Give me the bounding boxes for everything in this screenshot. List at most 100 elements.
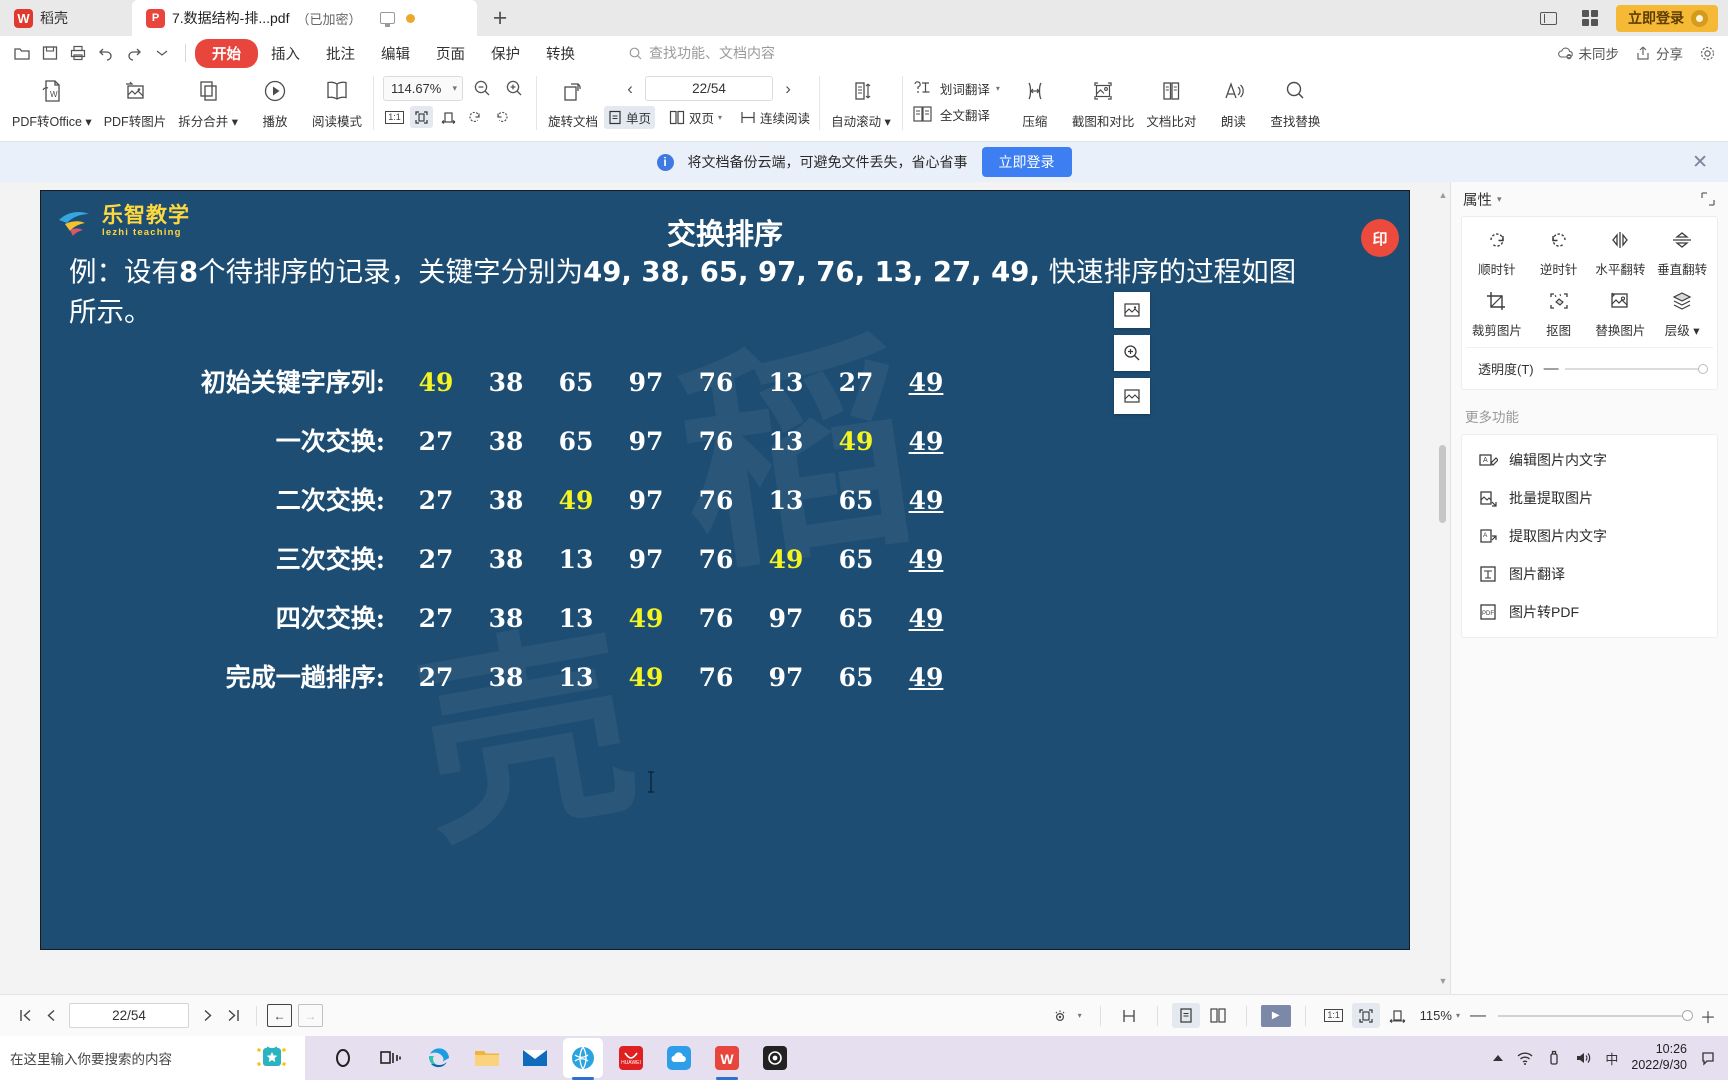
zoom-out-icon[interactable] xyxy=(470,76,495,101)
status-single-page-icon[interactable] xyxy=(1171,1003,1200,1028)
fit-width-icon[interactable] xyxy=(437,106,460,128)
volume-icon[interactable] xyxy=(1574,1050,1592,1066)
share-button[interactable]: 分享 xyxy=(1635,43,1683,63)
ribbon-pdf-to-image[interactable]: PDF转图片 xyxy=(98,72,173,132)
status-fit-page-icon[interactable] xyxy=(1351,1003,1380,1028)
image-tool-rotate-clockwise[interactable]: 顺时针 xyxy=(1466,225,1528,278)
image-tool-cutout[interactable]: 抠图 xyxy=(1528,286,1590,339)
image-tool-flip-vertical[interactable]: 垂直翻转 xyxy=(1651,225,1713,278)
ribbon-split-merge[interactable]: 拆分合并 ▾ xyxy=(172,72,244,132)
more-feature-item[interactable]: 批量提取图片 xyxy=(1462,479,1717,517)
zoom-level-select[interactable]: 114.67% ▾ xyxy=(382,76,463,101)
rotate-cw-icon[interactable] xyxy=(491,106,514,128)
gear-icon[interactable] xyxy=(1699,45,1716,62)
prev-page-icon[interactable] xyxy=(38,1003,64,1029)
sync-status[interactable]: 未同步 xyxy=(1557,43,1619,63)
view-mode-icon[interactable] xyxy=(1046,1003,1074,1028)
status-page-input[interactable]: 22/54 xyxy=(69,1003,189,1028)
scrollbar-thumb[interactable] xyxy=(1439,445,1446,523)
status-zoom-value[interactable]: 115% ▾ xyxy=(1420,1008,1460,1023)
ribbon-play[interactable]: 播放 xyxy=(244,72,306,132)
panel-collapse-icon[interactable] xyxy=(1700,191,1716,207)
print-region-icon[interactable] xyxy=(1114,378,1150,414)
pdf-page[interactable]: 稻 壳 乐智教学 lezhi teaching 交换排序 例：设有8个待排序的记… xyxy=(40,190,1410,950)
next-page-button[interactable]: › xyxy=(777,76,799,101)
document-tab[interactable]: P 7.数据结构-排...pdf （已加密） xyxy=(132,0,477,36)
minus-icon[interactable]: — xyxy=(1544,360,1559,377)
close-icon[interactable]: ✕ xyxy=(1692,151,1708,174)
page-number-input[interactable]: 22/54 xyxy=(645,76,774,101)
rotate-ccw-icon[interactable] xyxy=(464,106,487,128)
more-feature-item[interactable]: A 编辑图片内文字 xyxy=(1462,441,1717,479)
image-tool-rotate-counterclockwise[interactable]: 逆时针 xyxy=(1528,225,1590,278)
image-tool-layer[interactable]: 层级 ▾ xyxy=(1651,286,1713,339)
brand-tab[interactable]: W 稻壳 xyxy=(0,0,132,36)
login-button[interactable]: 立即登录 xyxy=(1616,4,1718,32)
ribbon-pdf-to-office[interactable]: W PDF转Office ▾ xyxy=(6,72,98,132)
status-actual-size-button[interactable]: 1:1 xyxy=(1320,1003,1348,1028)
ime-indicator[interactable]: 中 xyxy=(1605,1049,1618,1068)
ribbon-auto-scroll[interactable]: 自动滚动 ▾ xyxy=(825,72,897,132)
menu-item-page[interactable]: 页面 xyxy=(423,40,478,67)
zoom-minus-icon[interactable]: — xyxy=(1470,1007,1486,1025)
first-page-icon[interactable] xyxy=(12,1003,38,1029)
status-fit-width-icon[interactable] xyxy=(1384,1003,1412,1028)
menu-item-start[interactable]: 开始 xyxy=(195,38,258,68)
more-feature-item[interactable]: A 提取图片内文字 xyxy=(1462,517,1717,555)
zoom-in-icon[interactable] xyxy=(502,76,527,101)
viewer-scrollbar[interactable]: ▲ ▼ xyxy=(1438,190,1448,986)
network-icon[interactable] xyxy=(1516,1050,1534,1066)
notice-login-button[interactable]: 立即登录 xyxy=(981,147,1072,177)
prev-page-button[interactable]: ‹ xyxy=(619,76,641,101)
redo-icon[interactable] xyxy=(120,39,148,67)
scroll-up-icon[interactable]: ▲ xyxy=(1438,190,1448,200)
menu-item-insert[interactable]: 插入 xyxy=(258,40,313,67)
fit-height-icon[interactable] xyxy=(1115,1003,1143,1028)
chevron-down-icon[interactable]: ▾ xyxy=(1497,194,1502,205)
ribbon-read-aloud[interactable]: 朗读 xyxy=(1202,72,1264,132)
scroll-down-icon[interactable]: ▼ xyxy=(1438,976,1448,986)
fit-page-icon[interactable] xyxy=(409,106,433,128)
image-tool-crop-image[interactable]: 裁剪图片 xyxy=(1466,286,1528,339)
view-mode-single[interactable]: 单页 xyxy=(604,106,656,129)
navigate-forward-button[interactable]: → xyxy=(298,1004,323,1027)
print-icon[interactable] xyxy=(64,39,92,67)
slider-track[interactable] xyxy=(1564,363,1708,374)
ribbon-document-compare[interactable]: 文档比对 xyxy=(1140,72,1202,132)
zoom-slider[interactable] xyxy=(1497,1009,1693,1021)
status-play-icon[interactable]: ▶ xyxy=(1260,1004,1291,1027)
taskbar-search[interactable]: 在这里输入你要搜索的内容 xyxy=(0,1036,305,1080)
cortana-icon[interactable] xyxy=(323,1038,363,1078)
customize-icon[interactable] xyxy=(148,39,176,67)
opacity-slider[interactable]: — xyxy=(1544,360,1708,377)
task-view-icon[interactable] xyxy=(371,1038,411,1078)
save-icon[interactable] xyxy=(36,39,64,67)
image-tool-replace-image[interactable]: 替换图片 xyxy=(1590,286,1652,339)
browser-icon[interactable] xyxy=(563,1038,603,1080)
huawei-icon[interactable]: HUAWEI xyxy=(611,1038,651,1078)
properties-panel-header[interactable]: 属性 ▾ xyxy=(1451,182,1728,216)
undo-icon[interactable] xyxy=(92,39,120,67)
monitor-icon[interactable] xyxy=(380,12,396,27)
zoom-slider-knob[interactable] xyxy=(1681,1009,1693,1021)
menu-item-protect[interactable]: 保护 xyxy=(478,40,533,67)
full-translate-button[interactable]: 全文翻译 xyxy=(912,104,1000,124)
menu-item-edit[interactable]: 编辑 xyxy=(368,40,423,67)
navigate-back-button[interactable]: ← xyxy=(267,1004,292,1027)
search-input[interactable]: 查找功能、文档内容 xyxy=(628,43,775,63)
unsaved-dot-icon[interactable] xyxy=(406,13,416,23)
next-page-icon[interactable] xyxy=(194,1003,220,1029)
status-dual-page-icon[interactable] xyxy=(1204,1003,1232,1028)
tv-widget-icon[interactable] xyxy=(249,1041,295,1075)
taskbar-clock[interactable]: 10:26 2022/9/30 xyxy=(1631,1042,1687,1073)
ribbon-find-replace[interactable]: 查找替换 xyxy=(1264,72,1326,132)
last-page-icon[interactable] xyxy=(220,1003,246,1029)
new-tab-button[interactable]: + xyxy=(477,0,523,36)
ribbon-read-mode[interactable]: 阅读模式 xyxy=(306,72,368,132)
usb-icon[interactable] xyxy=(1547,1049,1561,1067)
chevron-up-icon[interactable] xyxy=(1493,1055,1504,1061)
actual-size-button[interactable]: 1:1 xyxy=(383,106,406,128)
ribbon-screenshot-compare[interactable]: 截图和对比 xyxy=(1066,72,1141,132)
mail-icon[interactable] xyxy=(515,1038,555,1078)
cloud-icon[interactable] xyxy=(659,1038,699,1078)
